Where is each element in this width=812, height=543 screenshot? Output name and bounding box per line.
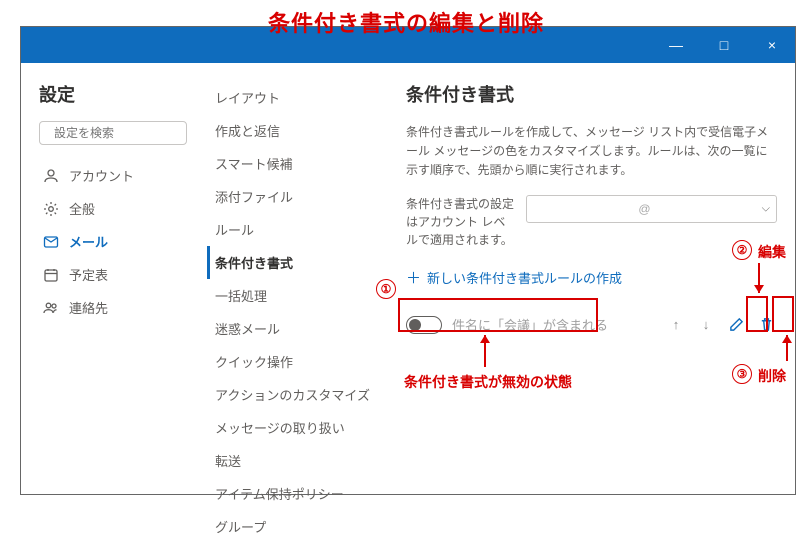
new-rule-button[interactable]: ＋ 新しい条件付き書式ルールの作成	[406, 267, 777, 288]
sub-item-groups[interactable]: グループ	[207, 510, 386, 543]
sub-item-compose[interactable]: 作成と返信	[207, 114, 386, 147]
sub-item-attachments[interactable]: 添付ファイル	[207, 180, 386, 213]
trash-icon	[759, 317, 774, 332]
sub-item-message-handling[interactable]: メッセージの取り扱い	[207, 411, 386, 444]
panel-description: 条件付き書式ルールを作成して、メッセージ リスト内で受信電子メール メッセージの…	[406, 123, 777, 181]
panel-heading: 条件付き書式	[406, 81, 777, 107]
move-down-button[interactable]: ↓	[695, 314, 717, 336]
delete-rule-button[interactable]	[755, 314, 777, 336]
mail-settings-list: レイアウト 作成と返信 スマート候補 添付ファイル ルール 条件付き書式 一括処…	[201, 63, 396, 494]
arrow-down-icon: ↓	[703, 317, 710, 332]
window-maximize-button[interactable]: □	[709, 30, 739, 60]
nav-calendar[interactable]: 予定表	[39, 258, 187, 291]
calendar-icon	[43, 267, 59, 283]
window-minimize-button[interactable]: ―	[661, 30, 691, 60]
sub-item-retention[interactable]: アイテム保持ポリシー	[207, 477, 386, 510]
nav-label: 連絡先	[69, 298, 108, 317]
move-up-button[interactable]: ↑	[665, 314, 687, 336]
rule-toggle[interactable]	[406, 316, 442, 334]
settings-search-input[interactable]	[54, 126, 209, 140]
settings-heading: 設定	[39, 81, 187, 107]
nav-label: 全般	[69, 199, 95, 218]
gear-icon	[43, 201, 59, 217]
nav-label: アカウント	[69, 166, 134, 185]
nav-label: メール	[69, 232, 108, 251]
edit-rule-button[interactable]	[725, 314, 747, 336]
scope-text: 条件付き書式の設定はアカウント レベルで適用されます。	[406, 195, 516, 249]
sub-item-customize[interactable]: アクションのカスタマイズ	[207, 378, 386, 411]
sub-item-sweep[interactable]: 一括処理	[207, 279, 386, 312]
sub-item-forwarding[interactable]: 転送	[207, 444, 386, 477]
sub-item-smart[interactable]: スマート候補	[207, 147, 386, 180]
nav-mail[interactable]: メール	[39, 225, 187, 258]
nav-general[interactable]: 全般	[39, 192, 187, 225]
sub-item-rules[interactable]: ルール	[207, 213, 386, 246]
sub-item-layout[interactable]: レイアウト	[207, 81, 386, 114]
window-close-button[interactable]: ×	[757, 30, 787, 60]
person-icon	[43, 168, 59, 184]
sub-item-quick[interactable]: クイック操作	[207, 345, 386, 378]
account-value: @	[638, 202, 650, 216]
conditional-formatting-panel: 条件付き書式 条件付き書式ルールを作成して、メッセージ リスト内で受信電子メール…	[396, 63, 795, 494]
rule-row: 件名に「会議」が含まれる ↑ ↓	[406, 308, 777, 342]
people-icon	[43, 300, 59, 316]
chevron-down-icon: ⌵	[762, 202, 770, 215]
new-rule-label: 新しい条件付き書式ルールの作成	[427, 268, 622, 287]
nav-account[interactable]: アカウント	[39, 159, 187, 192]
nav-contacts[interactable]: 連絡先	[39, 291, 187, 324]
titlebar: ― □ ×	[21, 27, 795, 63]
mail-icon	[43, 234, 59, 250]
pencil-icon	[729, 317, 744, 332]
account-select[interactable]: @ ⌵	[526, 195, 777, 223]
settings-dialog: ― □ × 設定 アカウント 全般 メール	[20, 26, 796, 495]
settings-search[interactable]	[39, 121, 187, 145]
plus-icon: ＋	[406, 267, 421, 288]
nav-label: 予定表	[69, 265, 108, 284]
settings-sidebar: 設定 アカウント 全般 メール 予定表	[21, 63, 201, 494]
rule-name: 件名に「会議」が含まれる	[452, 315, 655, 334]
arrow-up-icon: ↑	[673, 317, 680, 332]
sub-item-junk[interactable]: 迷惑メール	[207, 312, 386, 345]
sub-item-conditional-formatting[interactable]: 条件付き書式	[207, 246, 386, 279]
